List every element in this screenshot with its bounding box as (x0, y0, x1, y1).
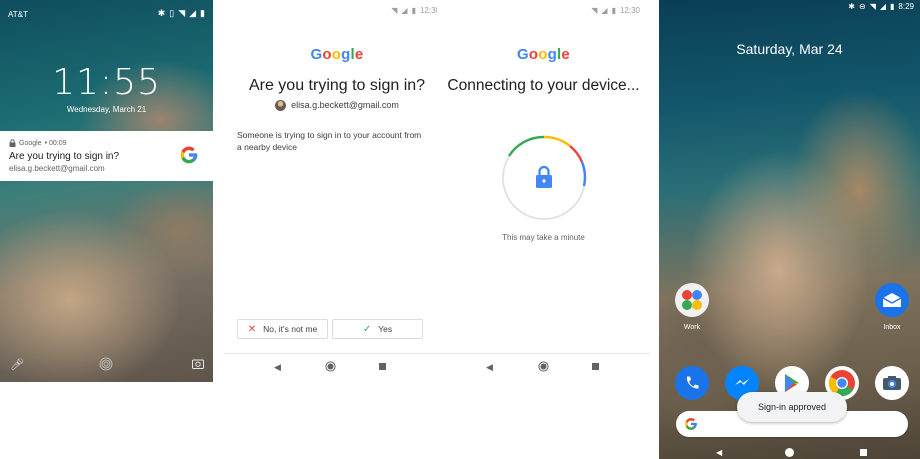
nav-bar: ◀ (659, 447, 920, 459)
battery-icon: ▮ (890, 2, 895, 11)
battery-icon: ▮ (200, 8, 205, 18)
approve-label: Yes (378, 324, 393, 334)
google-logo: Google (310, 46, 364, 63)
battery-icon: ▮ (611, 6, 616, 15)
status-bar: ◥ ◢ ▮ 12:30 (437, 0, 650, 22)
signal-icon: ◢ (189, 8, 197, 18)
google-g-icon (685, 418, 697, 430)
lock-bottom-bar: 🎤︎ (0, 356, 213, 374)
battery-icon: ▮ (411, 6, 416, 15)
avatar (275, 100, 287, 112)
sign-in-approved-toast: Sign-in approved (737, 392, 847, 422)
wifi-icon: ◥ (391, 6, 398, 15)
signin-notification[interactable]: Google • 00:09 Are you trying to sign in… (0, 131, 213, 181)
status-icons: ✱ ▯ ◥ ◢ ▮ (158, 8, 205, 19)
status-bar: AT&T ✱ ▯ ◥ ◢ ▮ (0, 0, 213, 26)
messenger-icon (735, 379, 749, 385)
inbox-app[interactable] (875, 283, 909, 317)
connecting-headline: Connecting to your device... (447, 77, 640, 94)
play-store-icon (785, 374, 799, 392)
recents-icon[interactable] (592, 363, 599, 370)
home-date: Saturday, Mar 24 (736, 41, 843, 57)
status-bar: ◥ ◢ ▮ 12:30 (224, 0, 450, 22)
vibrate-icon: ▯ (169, 8, 175, 18)
inbox-label: Inbox (883, 324, 901, 331)
signal-icon: ◢ (879, 2, 887, 11)
signin-prompt-screen: ◥ ◢ ▮ 12:30 Google Are you trying to sig… (224, 0, 450, 380)
back-icon[interactable]: ◀ (716, 448, 722, 457)
recents-icon[interactable] (379, 363, 386, 370)
deny-label: No, it's not me (263, 324, 318, 334)
notification-app: Google (19, 139, 42, 147)
carrier-label: AT&T (8, 10, 28, 19)
camera-icon (883, 376, 901, 390)
status-time: 8:29 (898, 2, 914, 11)
lock-icon (536, 165, 552, 188)
connecting-screen: ◥ ◢ ▮ 12:30 Google Connecting to your de… (437, 0, 650, 380)
bluetooth-icon: ✱ (157, 8, 166, 18)
connecting-hint: This may take a minute (502, 233, 585, 242)
notification-title: Are you trying to sign in? (9, 151, 120, 162)
google-logo: Google (517, 46, 570, 63)
recents-icon[interactable] (860, 449, 867, 456)
home-screen: ✱ ⊖ ◥ ◢ ▮ 8:29 Saturday, Mar 24 Work Inb… (659, 0, 920, 459)
prompt-headline: Are you trying to sign in? (248, 77, 426, 94)
wifi-icon: ◥ (178, 8, 186, 18)
dnd-icon: ⊖ (859, 2, 866, 11)
home-icon[interactable] (538, 361, 549, 372)
wifi-icon: ◥ (591, 6, 598, 15)
account-email: elisa.g.beckett@gmail.com (291, 100, 399, 110)
home-icon[interactable] (325, 361, 336, 372)
prompt-body: Someone is trying to sign in to your acc… (237, 130, 422, 152)
progress-ring (502, 135, 587, 220)
status-bar: ✱ ⊖ ◥ ◢ ▮ 8:29 (848, 2, 914, 14)
notification-account: elisa.g.beckett@gmail.com (9, 164, 105, 173)
google-g-icon (180, 146, 198, 164)
notification-time: • 00:09 (44, 139, 67, 147)
phone-icon (686, 376, 699, 389)
bluetooth-icon: ✱ (848, 2, 855, 11)
back-icon[interactable]: ◀ (486, 362, 493, 373)
inbox-icon (882, 293, 902, 307)
phone-app[interactable] (675, 366, 709, 400)
home-icon[interactable] (785, 448, 794, 457)
nav-bar: ◀ (224, 353, 450, 380)
notification-meta: Google • 00:09 (9, 139, 67, 147)
camera-icon[interactable] (192, 358, 204, 369)
account-row: elisa.g.beckett@gmail.com (224, 100, 450, 112)
close-icon: ✕ (247, 323, 257, 335)
check-icon: ✓ (362, 323, 372, 335)
approve-button[interactable]: ✓ Yes (332, 319, 423, 339)
back-icon[interactable]: ◀ (274, 362, 281, 373)
work-label: Work (683, 324, 701, 331)
nav-bar: ◀ (437, 353, 650, 380)
camera-app[interactable] (875, 366, 909, 400)
deny-button[interactable]: ✕ No, it's not me (237, 319, 328, 339)
work-folder[interactable] (675, 283, 709, 317)
signal-icon: ◢ (401, 6, 408, 15)
lock-clock: 11:55 (52, 62, 161, 103)
fingerprint-icon[interactable] (99, 357, 113, 371)
lock-icon (9, 139, 16, 147)
lock-screen: AT&T ✱ ▯ ◥ ◢ ▮ 11:55 Wednesday, March 21… (0, 0, 213, 382)
wifi-icon: ◥ (869, 2, 876, 11)
lock-date: Wednesday, March 21 (66, 105, 147, 114)
status-time: 12:30 (619, 6, 640, 15)
folder-apps-icon (682, 290, 702, 310)
mic-icon[interactable]: 🎤︎ (10, 358, 24, 371)
signal-icon: ◢ (601, 6, 608, 15)
